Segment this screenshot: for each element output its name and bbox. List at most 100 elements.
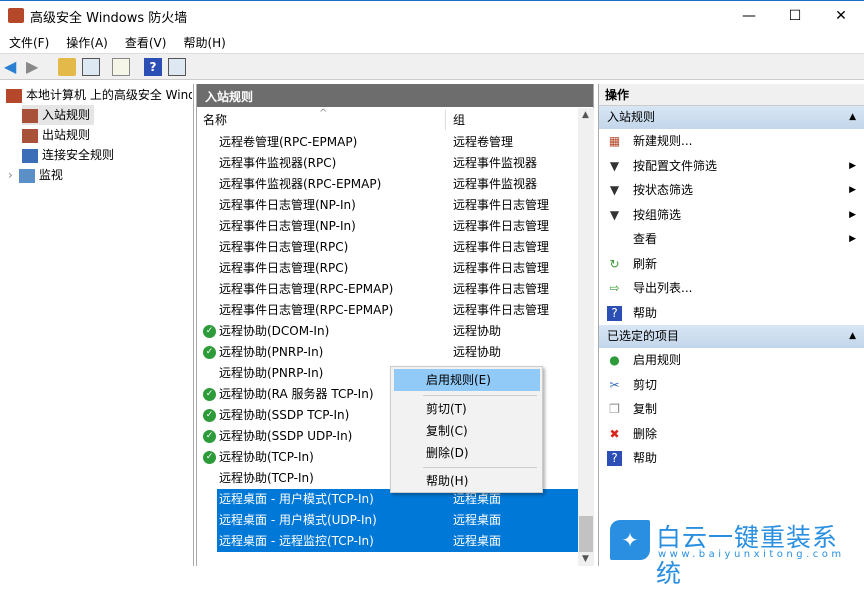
rule-row[interactable]: 远程事件日志管理(RPC-EPMAP) 远程事件日志管理 <box>197 279 577 300</box>
help-icon[interactable]: ? <box>144 58 162 76</box>
menu-help[interactable]: 帮助(H) <box>174 30 233 51</box>
rule-group: 远程事件日志管理 <box>453 240 550 254</box>
rule-name: 远程事件日志管理(NP-In) <box>219 219 356 233</box>
rule-group: 远程协助 <box>453 324 502 338</box>
maximize-button[interactable]: ☐ <box>772 1 818 31</box>
rule-name: 远程桌面 - 远程监控(TCP-In) <box>219 534 374 548</box>
selected-actions: ● 启用规则 ✂ 剪切 ❐ 复制 ✖ 删除? 帮助 <box>599 348 864 471</box>
action-label: 帮助 <box>633 305 658 320</box>
enabled-check-icon: ✓ <box>203 409 216 422</box>
ctx-copy[interactable]: 复制(C) <box>394 420 540 442</box>
inbound-actions: ▦ 新建规则... ▼ 按配置文件筛选 ▶ ▼ 按状态筛选 ▶ ▼ 按组筛选 ▶ 查看 ▶ ↻ 刷新 ⇨ 导出列… <box>599 129 864 325</box>
rule-row[interactable]: 远程桌面 - 远程监控(TCP-In) 远程桌面 <box>217 531 578 552</box>
action-item[interactable]: ⇨ 导出列表... <box>599 276 864 301</box>
rule-row[interactable]: 远程事件监视器(RPC-EPMAP) 远程事件监视器 <box>197 174 577 195</box>
action-label: 查看 <box>633 232 658 246</box>
tree-item-inbound[interactable]: 入站规则 <box>22 105 95 125</box>
menu-action[interactable]: 操作(A) <box>57 30 116 51</box>
rule-row[interactable]: 远程桌面 - 用户模式(UDP-In) 远程桌面 <box>217 510 578 531</box>
rule-name: 远程协助(RA 服务器 TCP-In) <box>219 387 374 401</box>
close-button[interactable]: ✕ <box>818 1 864 31</box>
column-header-name[interactable]: 名称 <box>203 108 227 132</box>
rule-name: 远程协助(PNRP-In) <box>219 366 324 380</box>
new-rule-icon: ▦ <box>608 134 621 148</box>
delete-icon: ✖ <box>609 426 620 441</box>
rule-row[interactable]: 远程事件日志管理(NP-In) 远程事件日志管理 <box>197 216 577 237</box>
sort-arrow-icon: ^ <box>319 108 328 119</box>
tree-item-outbound[interactable]: 出站规则 <box>22 125 90 145</box>
scroll-up-icon[interactable]: ▲ <box>582 110 589 120</box>
collapse-icon[interactable]: ▲ <box>849 106 856 129</box>
rule-row[interactable]: 远程事件日志管理(RPC-EPMAP) 远程事件日志管理 <box>197 300 577 321</box>
forward-icon[interactable]: ▶ <box>26 58 44 76</box>
rule-row[interactable]: 远程卷管理(RPC-EPMAP) 远程卷管理 <box>197 132 577 153</box>
vertical-scrollbar[interactable]: ▲ ▼ <box>578 108 594 566</box>
back-icon[interactable]: ◀ <box>4 58 22 76</box>
action-item[interactable]: ? 帮助 <box>599 446 864 471</box>
tree-root[interactable]: 本地计算机 上的高级安全 Windows 防火墙 <box>6 85 192 105</box>
action-item[interactable]: ▦ 新建规则... <box>599 129 864 154</box>
section-inbound-rules[interactable]: 入站规则 ▲ <box>599 106 864 129</box>
export-icon[interactable] <box>112 58 130 76</box>
action-item[interactable]: ❐ 复制 <box>599 397 864 422</box>
minimize-button[interactable]: — <box>726 1 772 31</box>
copy-icon: ❐ <box>609 402 620 416</box>
rule-row[interactable]: 远程事件日志管理(RPC) 远程事件日志管理 <box>197 237 577 258</box>
menu-view[interactable]: 查看(V) <box>116 30 175 51</box>
enable-icon: ● <box>609 353 620 367</box>
rule-name: 远程协助(TCP-In) <box>219 471 314 485</box>
section-title: 已选定的项目 <box>607 329 680 343</box>
rule-row[interactable]: ✓ 远程协助(DCOM-In) 远程协助 <box>197 321 577 342</box>
action-item[interactable]: ? 帮助 <box>599 301 864 326</box>
action-label: 按配置文件筛选 <box>633 158 718 173</box>
action-item[interactable]: 查看 ▶ <box>599 227 864 252</box>
action-item[interactable]: ▼ 按状态筛选 ▶ <box>599 178 864 203</box>
up-folder-icon[interactable] <box>58 58 76 76</box>
action-item[interactable]: ✂ 剪切 <box>599 373 864 398</box>
scroll-down-icon[interactable]: ▼ <box>582 554 589 564</box>
enabled-check-icon: ✓ <box>203 451 216 464</box>
show-hide-action-pane-icon[interactable] <box>168 58 186 76</box>
rule-name: 远程桌面 - 用户模式(TCP-In) <box>219 492 374 506</box>
ctx-help[interactable]: 帮助(H) <box>394 470 540 492</box>
rule-row[interactable]: 远程事件监视器(RPC) 远程事件监视器 <box>197 153 577 174</box>
connection-security-icon <box>22 148 38 163</box>
tree-label: 监视 <box>38 168 63 182</box>
context-menu: 启用规则(E) 剪切(T) 复制(C) 删除(D) 帮助(H) <box>390 366 543 493</box>
tree-label: 入站规则 <box>42 108 91 122</box>
help-icon: ? <box>607 451 622 466</box>
rule-name: 远程事件日志管理(NP-In) <box>219 198 356 212</box>
rule-row[interactable]: 远程事件日志管理(RPC) 远程事件日志管理 <box>197 258 577 279</box>
show-hide-tree-icon[interactable] <box>82 58 100 76</box>
action-label: 导出列表... <box>633 281 693 295</box>
section-selected-items[interactable]: 已选定的项目 ▲ <box>599 325 864 348</box>
ctx-delete[interactable]: 删除(D) <box>394 442 540 464</box>
rule-group: 远程事件日志管理 <box>453 303 550 317</box>
rule-name: 远程协助(TCP-In) <box>219 450 314 464</box>
action-item[interactable]: ▼ 按组筛选 ▶ <box>599 203 864 228</box>
bird-logo-icon: ✦ <box>610 520 650 560</box>
rule-row[interactable]: ✓ 远程协助(PNRP-In) 远程协助 <box>197 342 577 363</box>
rules-pane: 入站规则 名称 ^ 组 远程卷管理(RPC-EPMAP) 远程卷管理 远程事件监视器… <box>196 84 594 566</box>
submenu-arrow-icon: ▶ <box>849 209 856 220</box>
rule-group: 远程协助 <box>453 345 502 359</box>
action-item[interactable]: ▼ 按配置文件筛选 ▶ <box>599 154 864 179</box>
tree-label: 连接安全规则 <box>42 148 115 162</box>
enabled-check-icon: ✓ <box>203 430 216 443</box>
tree-item-monitor[interactable]: › 监视 <box>8 165 63 185</box>
scroll-thumb[interactable] <box>579 516 593 552</box>
firewall-app-icon <box>8 8 24 23</box>
action-item[interactable]: ● 启用规则 <box>599 348 864 373</box>
ctx-cut[interactable]: 剪切(T) <box>394 398 540 420</box>
menu-separator <box>423 395 537 396</box>
collapse-icon[interactable]: ▲ <box>849 325 856 348</box>
ctx-enable-rule[interactable]: 启用规则(E) <box>394 369 540 391</box>
rule-row[interactable]: 远程事件日志管理(NP-In) 远程事件日志管理 <box>197 195 577 216</box>
action-item[interactable]: ✖ 删除 <box>599 422 864 447</box>
enabled-check-icon: ✓ <box>203 388 216 401</box>
action-item[interactable]: ↻ 刷新 <box>599 252 864 277</box>
menu-file[interactable]: 文件(F) <box>0 30 57 51</box>
column-header-group[interactable]: 组 <box>453 108 465 132</box>
tree-item-connection-security[interactable]: 连接安全规则 <box>22 145 114 165</box>
expand-chevron-icon[interactable]: › <box>8 168 13 182</box>
